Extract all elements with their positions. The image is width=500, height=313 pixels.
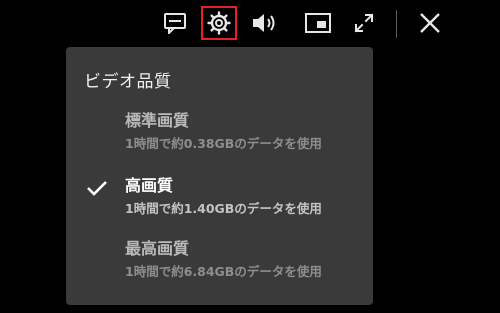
video-quality-menu: ビデオ品質 標準画質 1時間で約0.38GBのデータを使用 高画質 1時間で約1… xyxy=(66,47,373,305)
settings-button[interactable] xyxy=(201,6,237,40)
quality-option-data-usage: 1時間で約1.40GBのデータを使用 xyxy=(125,201,322,216)
menu-title: ビデオ品質 xyxy=(84,72,172,92)
quality-option-label: 高画質 xyxy=(125,176,174,195)
fullscreen-icon xyxy=(354,13,374,33)
quality-option-label: 標準画質 xyxy=(125,111,190,130)
quality-option-data-usage: 1時間で約6.84GBのデータを使用 xyxy=(125,264,322,279)
picture-in-picture-button[interactable] xyxy=(303,8,333,38)
quality-option-label: 最高画質 xyxy=(125,239,190,258)
checkmark-icon xyxy=(87,181,107,196)
picture-in-picture-icon xyxy=(305,13,331,33)
quality-option-best[interactable]: 最高画質 1時間で約6.84GBのデータを使用 xyxy=(66,235,373,293)
volume-button[interactable] xyxy=(250,8,280,38)
subtitles-button[interactable] xyxy=(160,8,190,38)
close-button[interactable] xyxy=(415,8,445,38)
fullscreen-button[interactable] xyxy=(349,8,379,38)
quality-option-data-usage: 1時間で約0.38GBのデータを使用 xyxy=(125,136,322,151)
close-icon xyxy=(420,13,440,33)
quality-option-standard[interactable]: 標準画質 1時間で約0.38GBのデータを使用 xyxy=(66,107,373,165)
subtitles-icon xyxy=(164,13,186,34)
gear-icon xyxy=(207,11,231,35)
video-player-overlay: ビデオ品質 標準画質 1時間で約0.38GBのデータを使用 高画質 1時間で約1… xyxy=(0,0,500,313)
quality-option-high[interactable]: 高画質 1時間で約1.40GBのデータを使用 xyxy=(66,172,373,230)
toolbar-divider xyxy=(396,10,397,38)
player-toolbar xyxy=(0,0,500,48)
volume-icon xyxy=(253,14,275,32)
